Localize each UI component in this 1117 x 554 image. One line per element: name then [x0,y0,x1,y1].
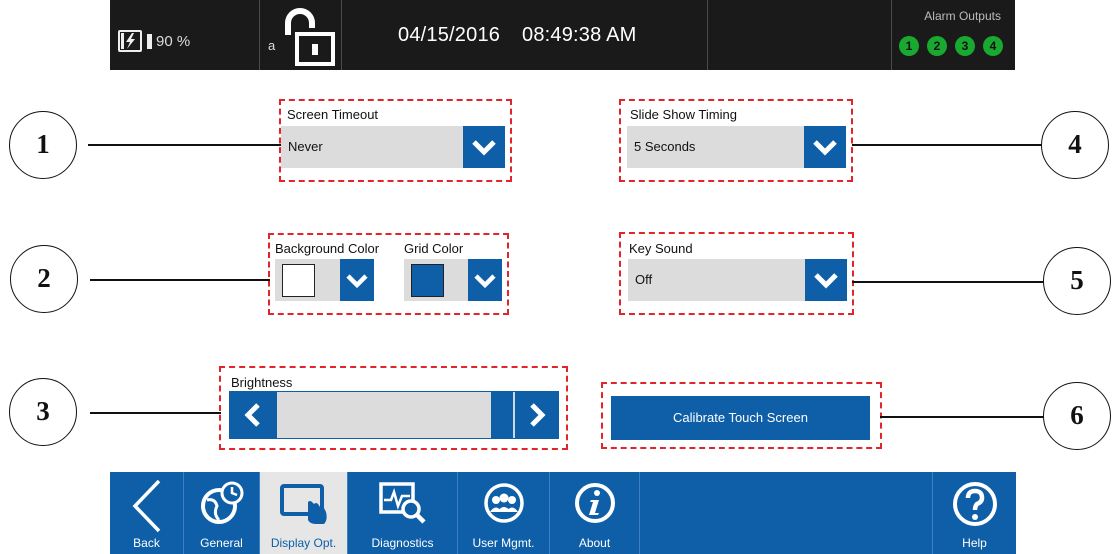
status-bar: 90 % a 04/15/2016 08:49:38 AM Alarm Outp… [110,0,1015,70]
nav-help[interactable]: Help [932,472,1016,554]
info-icon [574,483,615,523]
datetime-section: 04/15/2016 08:49:38 AM [342,0,708,70]
users-icon [483,483,524,523]
alarm-output-4: 4 [983,36,1003,56]
brightness-slider[interactable] [229,391,559,439]
chevron-right-icon[interactable] [525,401,549,429]
nav-about-label: About [578,536,611,550]
nav-general-label: General [200,536,243,550]
lock-section[interactable]: a [260,0,342,70]
grid-color-label: Grid Color [404,241,464,256]
callout-6: 6 [1043,382,1111,450]
chevron-down-icon[interactable] [804,126,846,168]
background-color-label: Background Color [275,241,380,256]
bottom-nav: Back General Display Opt. Diagnostics Us… [110,472,1016,554]
alarm-output-1: 1 [899,36,919,56]
grid-color-swatch [411,264,444,297]
key-sound-value: Off [635,272,653,287]
callout-1: 1 [9,111,77,179]
nav-back-label: Back [133,536,160,550]
battery-charging-icon [118,30,142,52]
calibrate-touch-screen-button[interactable]: Calibrate Touch Screen [611,396,870,440]
grid-color-picker[interactable] [404,259,474,301]
callout-3-leader [90,412,221,414]
slider-divider [513,392,515,438]
callout-2: 2 [10,245,78,313]
callout-1-leader [88,144,281,146]
chevron-down-icon[interactable] [340,259,374,301]
nav-about[interactable]: About [550,472,640,554]
globe-clock-icon [200,481,243,524]
empty-status-cell [708,0,892,70]
diagnostics-icon [378,482,426,524]
unlocked-icon[interactable] [278,5,336,67]
nav-user-management-label: User Mgmt. [472,536,535,550]
brightness-label: Brightness [231,375,293,390]
brightness-track[interactable] [277,392,491,438]
alarm-output-3: 3 [955,36,975,56]
slide-show-timing-value: 5 Seconds [634,139,696,154]
background-color-picker[interactable] [275,259,345,301]
chevron-left-icon[interactable] [241,401,265,429]
nav-display-options-label: Display Opt. [270,536,337,550]
battery-percent: 90 % [156,33,191,50]
callout-5: 5 [1043,247,1111,315]
nav-general[interactable]: General [184,472,260,554]
screen-timeout-value: Never [288,139,323,154]
screen-timeout-dropdown[interactable]: Never [281,126,505,168]
nav-user-management[interactable]: User Mgmt. [458,472,550,554]
date-text: 04/15/2016 [398,24,501,46]
key-sound-dropdown[interactable]: Off [628,259,847,301]
nav-display-options[interactable]: Display Opt. [260,472,348,554]
alarm-outputs-title: Alarm Outputs [924,9,1001,23]
callout-4: 4 [1041,111,1109,179]
alarm-output-2: 2 [927,36,947,56]
slide-show-timing-label: Slide Show Timing [630,107,737,122]
chevron-down-icon[interactable] [468,259,502,301]
chevron-down-icon[interactable] [463,126,505,168]
screen-timeout-label: Screen Timeout [287,107,379,122]
callout-5-leader [852,281,1044,283]
alarm-outputs-section: Alarm Outputs 1 2 3 4 [892,0,1015,70]
nav-diagnostics-label: Diagnostics [371,536,434,550]
callout-6-leader [880,416,1044,418]
background-color-swatch [282,264,315,297]
nav-diagnostics[interactable]: Diagnostics [348,472,458,554]
battery-level-bar [147,34,152,49]
slide-show-timing-dropdown[interactable]: 5 Seconds [627,126,846,168]
chevron-down-icon[interactable] [805,259,847,301]
touch-display-icon [279,484,327,524]
lock-prefix: a [268,38,276,53]
battery-section: 90 % [110,0,260,70]
help-icon [952,482,997,526]
back-arrow-icon [132,479,160,533]
nav-back[interactable]: Back [110,472,184,554]
callout-4-leader [852,144,1042,146]
nav-help-label: Help [962,536,987,550]
time-text: 08:49:38 AM [522,24,637,46]
key-sound-label: Key Sound [629,241,693,256]
callout-3: 3 [9,378,77,446]
callout-2-leader [90,279,270,281]
